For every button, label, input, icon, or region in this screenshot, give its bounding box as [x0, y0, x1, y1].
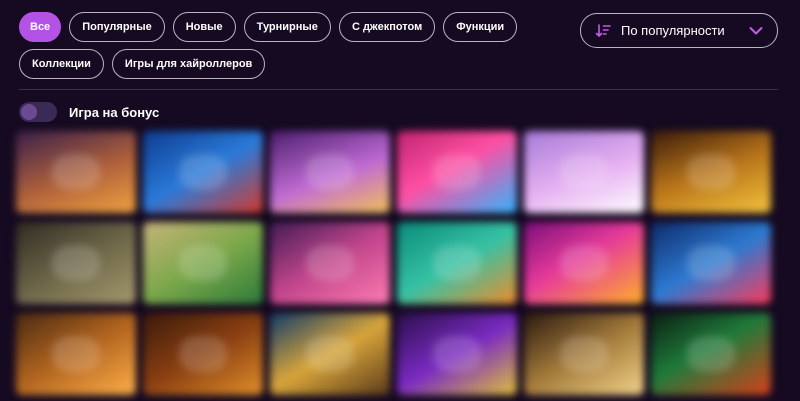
- filter-chip-tournament[interactable]: Турнирные: [243, 12, 331, 42]
- game-tile[interactable]: [651, 131, 771, 213]
- filter-chip-highrollers[interactable]: Игры для хайроллеров: [111, 49, 266, 79]
- filter-chip-new[interactable]: Новые: [172, 12, 236, 42]
- game-tile[interactable]: [651, 222, 771, 304]
- game-tile[interactable]: [397, 313, 517, 395]
- game-tile[interactable]: [397, 131, 517, 213]
- game-tile[interactable]: [16, 222, 136, 304]
- game-tile[interactable]: [143, 222, 263, 304]
- game-tile[interactable]: [524, 222, 644, 304]
- filter-chip-collections[interactable]: Коллекции: [19, 49, 104, 79]
- game-tile[interactable]: [16, 131, 136, 213]
- category-filters: Все Популярные Новые Турнирные С джекпот…: [19, 12, 559, 79]
- games-grid: [16, 131, 786, 395]
- game-tile[interactable]: [143, 131, 263, 213]
- filter-chip-all[interactable]: Все: [19, 12, 62, 42]
- game-tile[interactable]: [16, 313, 136, 395]
- bonus-toggle-label: Игра на бонус: [69, 104, 160, 120]
- game-tile[interactable]: [143, 313, 263, 395]
- filter-chip-popular[interactable]: Популярные: [69, 12, 165, 42]
- game-tile[interactable]: [651, 313, 771, 395]
- game-tile[interactable]: [270, 313, 390, 395]
- game-tile[interactable]: [270, 222, 390, 304]
- game-tile[interactable]: [270, 131, 390, 213]
- section-divider: [19, 89, 778, 90]
- sort-descending-icon: [595, 23, 611, 39]
- sort-label: По популярности: [621, 23, 725, 38]
- game-tile[interactable]: [397, 222, 517, 304]
- game-tile[interactable]: [524, 313, 644, 395]
- filter-chip-jackpot[interactable]: С джекпотом: [338, 12, 436, 42]
- toggle-knob: [21, 104, 37, 120]
- sort-dropdown[interactable]: По популярности: [580, 13, 778, 48]
- bonus-toggle-row: Игра на бонус: [19, 102, 159, 122]
- filter-chip-features[interactable]: Функции: [443, 12, 518, 42]
- bonus-toggle-switch[interactable]: [19, 102, 57, 122]
- game-tile[interactable]: [524, 131, 644, 213]
- chevron-down-icon: [749, 26, 763, 36]
